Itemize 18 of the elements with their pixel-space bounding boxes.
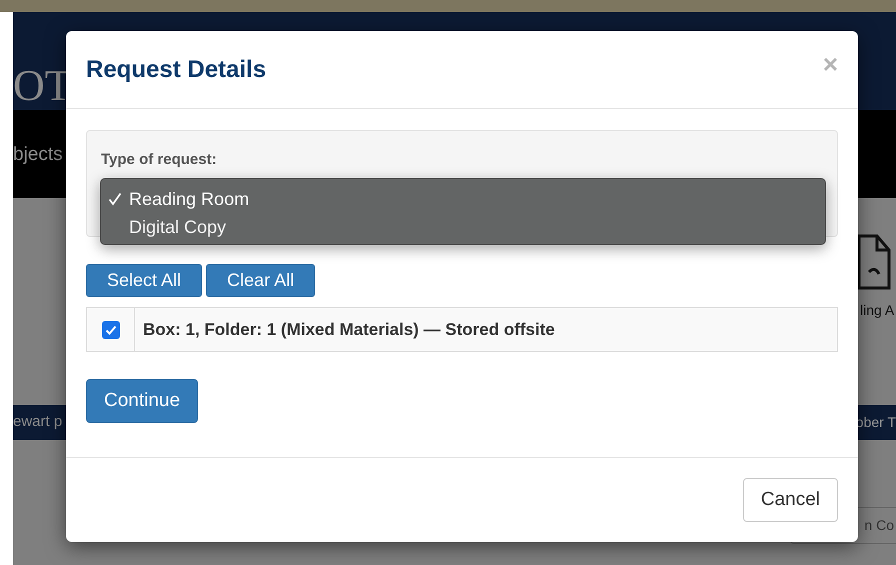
- banner-text: ewart p: [13, 412, 62, 432]
- select-button[interactable]: Select All: [86, 264, 202, 297]
- document-icon: [857, 234, 891, 290]
- dropdown-option[interactable]: Digital Copy: [101, 213, 825, 241]
- select-button[interactable]: Clear All: [206, 264, 316, 297]
- nav-link[interactable]: bjects: [13, 140, 63, 170]
- checkbox[interactable]: [102, 320, 120, 338]
- modal-title: Request Details: [86, 55, 266, 85]
- logo-text: OT: [13, 64, 72, 108]
- dropdown-menu[interactable]: Reading Room Digital Copy: [100, 178, 826, 245]
- continue-button[interactable]: Continue: [86, 379, 198, 423]
- dropdown-option[interactable]: Reading Room: [101, 185, 825, 213]
- field-label: Type of request:: [101, 150, 218, 170]
- checkmark-icon: [108, 192, 122, 206]
- checkmark-icon: [104, 324, 116, 336]
- item-label: Box: 1, Folder: 1 (Mixed Materials) — Stored offsite: [142, 318, 555, 341]
- cancel-button[interactable]: Cancel: [742, 478, 838, 522]
- section-label: ling A: [860, 301, 894, 320]
